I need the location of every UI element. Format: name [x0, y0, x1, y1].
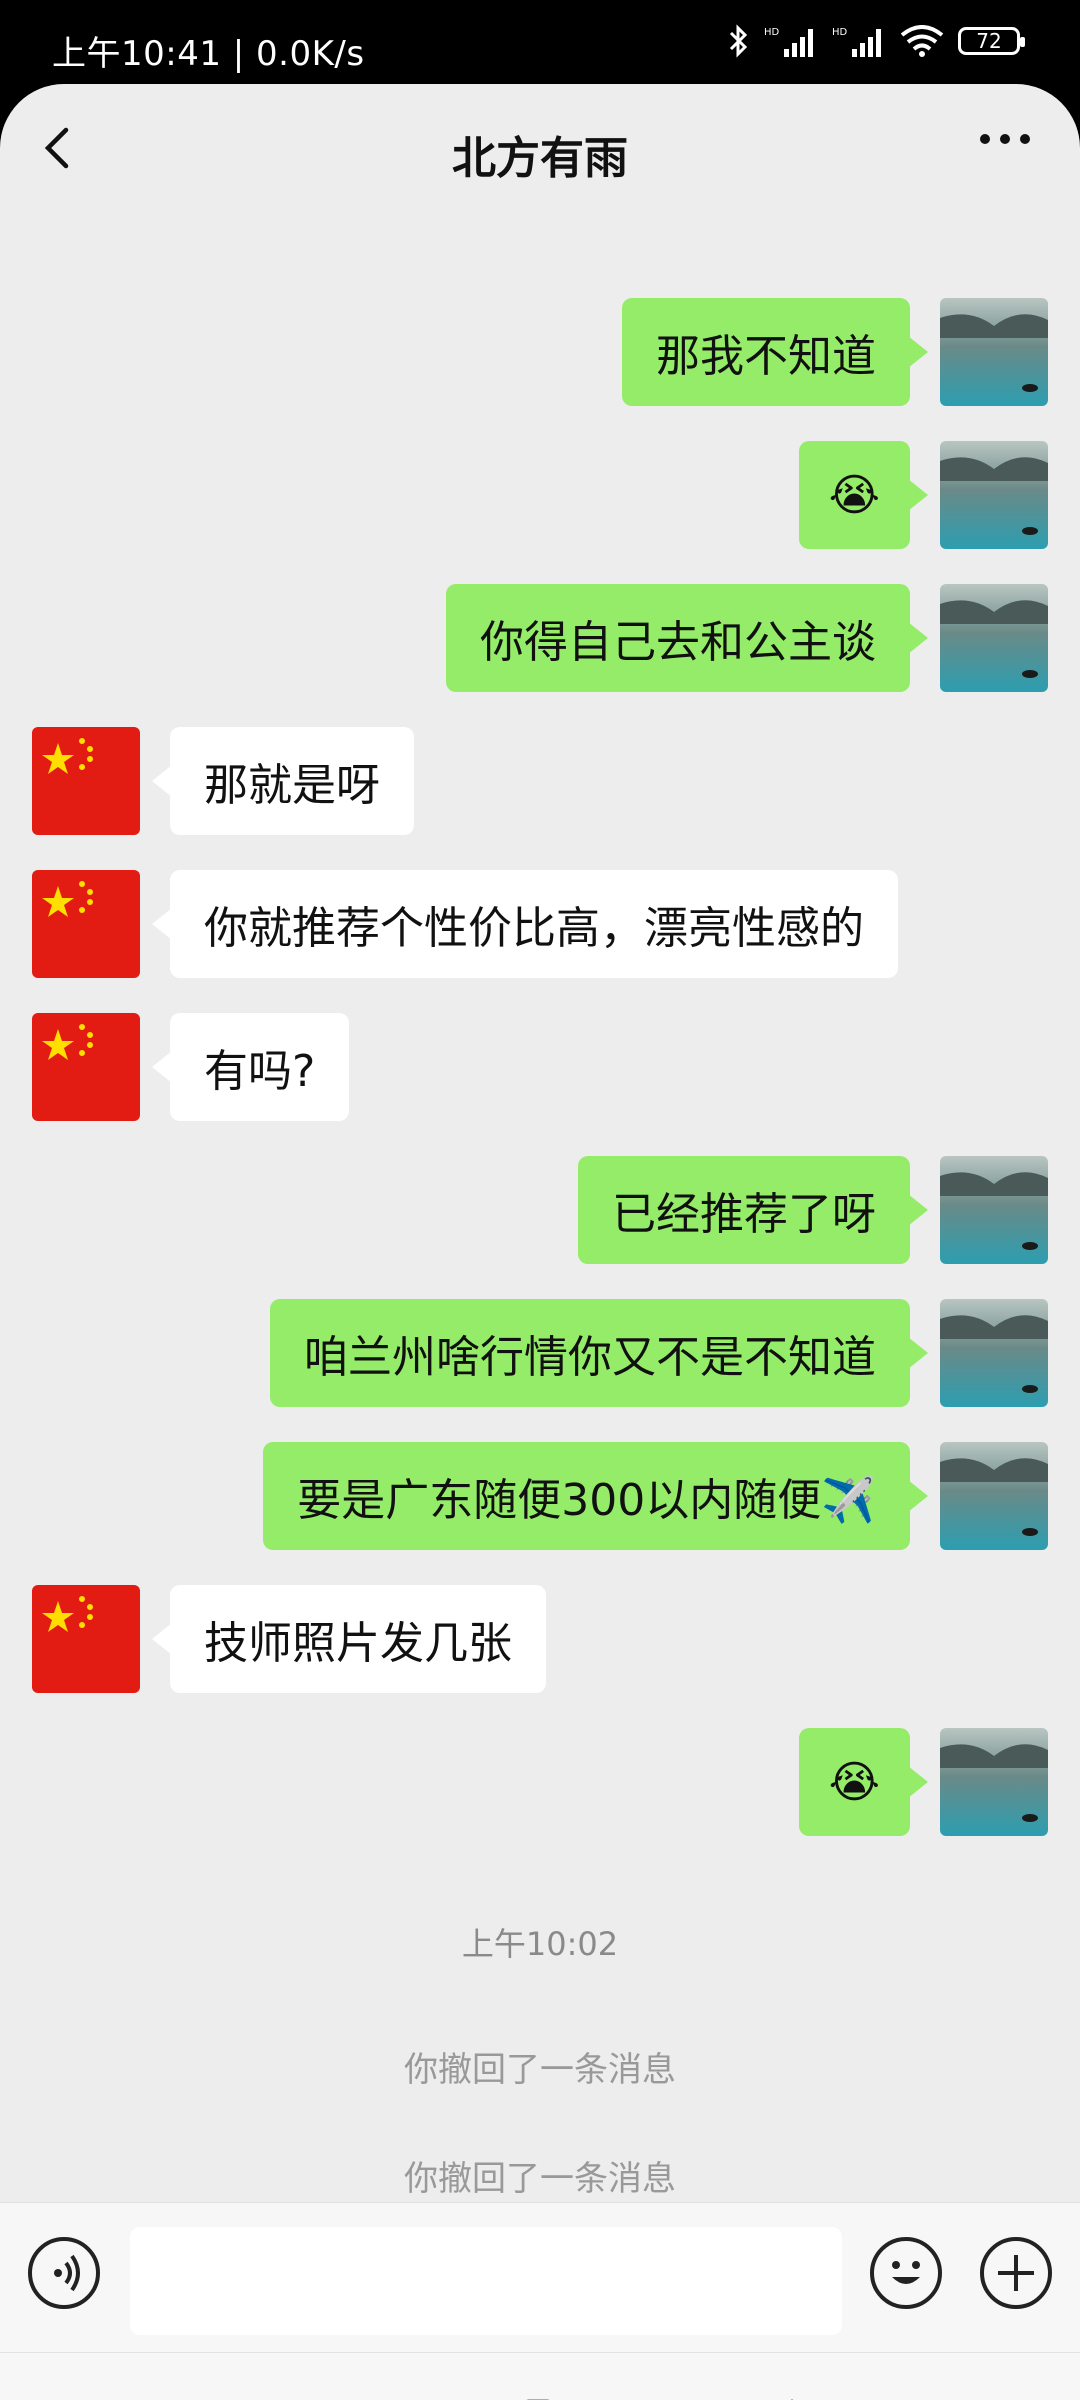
message-bubble[interactable]: 你得自己去和公主谈 — [446, 584, 928, 692]
recall-notice: 你撤回了一条消息 — [404, 2050, 676, 2090]
message-row: 咱兰州啥行情你又不是不知道 — [0, 1299, 1080, 1409]
input-bar — [0, 2202, 1080, 2353]
message-bubble[interactable]: 😭 — [798, 1728, 929, 1836]
message-bubble[interactable]: 那就是呀 — [152, 727, 414, 835]
my-avatar[interactable] — [940, 1299, 1048, 1407]
message-bubble[interactable]: 😭 — [798, 441, 929, 549]
my-avatar[interactable] — [940, 441, 1048, 549]
message-bubble[interactable]: 你就推荐个性价比高，漂亮性感的 — [152, 870, 898, 978]
message-bubble[interactable]: 技师照片发几张 — [152, 1585, 546, 1693]
message-row: 你就推荐个性价比高，漂亮性感的 — [0, 870, 1080, 980]
message-row: 那我不知道 — [0, 298, 1080, 408]
wifi-icon — [900, 25, 944, 57]
signal-icon: HD — [764, 27, 813, 57]
contact-avatar[interactable] — [32, 870, 140, 978]
message-row: 已经推荐了呀 — [0, 1156, 1080, 1266]
message-input[interactable] — [130, 2227, 842, 2335]
svg-text:HD: HD — [832, 27, 848, 38]
message-bubble[interactable]: 要是广东随便300以内随便✈️ — [263, 1442, 928, 1550]
my-avatar[interactable] — [940, 298, 1048, 406]
message-row: 你得自己去和公主谈 — [0, 584, 1080, 694]
message-bubble[interactable]: 已经推荐了呀 — [578, 1156, 928, 1264]
message-row: 😭 — [0, 1728, 1080, 1838]
battery-level: 72 — [976, 29, 1002, 53]
title-bar: 北方有雨 — [0, 84, 1080, 214]
system-nav-bar — [0, 2352, 1080, 2400]
my-avatar[interactable] — [940, 1728, 1048, 1836]
battery-indicator: 72 — [958, 27, 1025, 55]
contact-avatar[interactable] — [32, 1013, 140, 1121]
message-row: 😭 — [0, 441, 1080, 551]
message-list[interactable]: 那我不知道 😭 你得自己去和公主谈 那就是呀 你就推荐个性价比高，漂亮性感的 有… — [0, 214, 1080, 2209]
voice-icon[interactable] — [28, 2237, 100, 2309]
message-bubble[interactable]: 有吗? — [151, 1013, 350, 1121]
message-row: 要是广东随便300以内随便✈️ — [0, 1442, 1080, 1552]
emoji-icon[interactable] — [870, 2237, 942, 2309]
plus-icon[interactable] — [980, 2237, 1052, 2309]
signal-icon-2: HD — [832, 27, 881, 57]
message-row: 那就是呀 — [0, 727, 1080, 837]
my-avatar[interactable] — [940, 1156, 1048, 1264]
status-time: 上午10:41 | 0.0K/s — [52, 34, 365, 74]
message-row: 有吗? — [0, 1013, 1080, 1123]
message-bubble[interactable]: 咱兰州啥行情你又不是不知道 — [270, 1299, 928, 1407]
status-bar: 上午10:41 | 0.0K/s HD HD 72 — [0, 0, 1080, 90]
contact-avatar[interactable] — [32, 727, 140, 835]
message-timestamp: 上午10:02 — [461, 1925, 619, 1963]
my-avatar[interactable] — [940, 1442, 1048, 1550]
bluetooth-icon — [729, 24, 748, 58]
chat-title: 北方有雨 — [452, 133, 628, 184]
more-dots-icon[interactable] — [980, 134, 1030, 144]
my-avatar[interactable] — [940, 584, 1048, 692]
recall-notice: 你撤回了一条消息 — [404, 2159, 676, 2199]
message-row: 技师照片发几张 — [0, 1585, 1080, 1695]
chat-window: 北方有雨 那我不知道 😭 你得自己去和公主谈 那就是呀 你就推荐个性价比高，漂亮… — [0, 84, 1080, 2400]
contact-avatar[interactable] — [32, 1585, 140, 1693]
status-icons: HD HD 72 — [728, 24, 1025, 58]
message-bubble[interactable]: 那我不知道 — [622, 298, 928, 406]
svg-text:HD: HD — [764, 27, 780, 38]
